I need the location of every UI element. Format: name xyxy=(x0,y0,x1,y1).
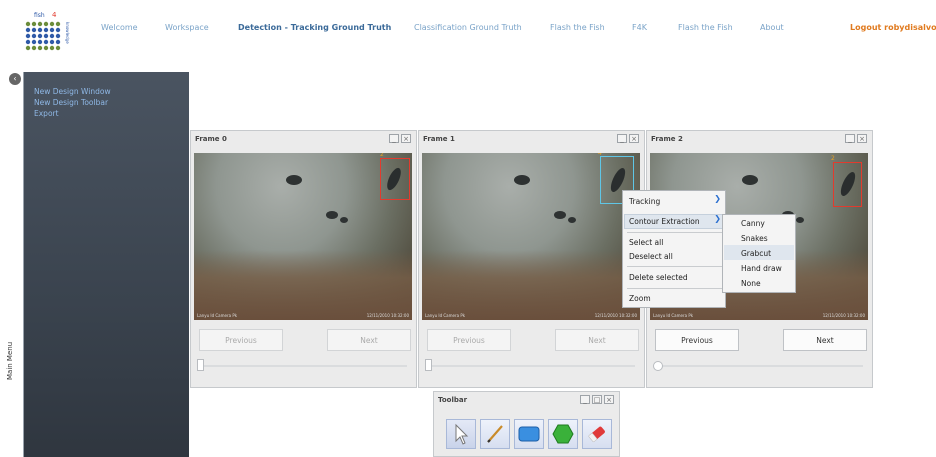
timestamp: 12/11/2010 10:32:00 xyxy=(594,313,637,318)
menu-item-delete-selected[interactable]: Delete selected xyxy=(629,273,688,282)
close-icon[interactable]: × xyxy=(604,395,614,404)
contour-submenu: Canny Snakes Grabcut Hand draw None xyxy=(722,214,796,293)
eraser-tool-icon[interactable] xyxy=(582,419,612,449)
maximize-icon[interactable]: □ xyxy=(592,395,602,404)
nav-welcome[interactable]: Welcome xyxy=(101,23,138,32)
frame-title: Frame 2 xyxy=(651,135,683,143)
frame-slider-thumb[interactable] xyxy=(653,361,663,371)
bounding-box[interactable] xyxy=(833,162,862,207)
minimize-icon[interactable]: _ xyxy=(617,134,627,143)
timestamp: 12/11/2010 10:32:00 xyxy=(822,313,865,318)
frame-slider-thumb[interactable] xyxy=(197,359,204,371)
camera-caption: Lanyu Id Camera Pk xyxy=(197,313,238,318)
fish4knowledge-logo[interactable]: fish 4 knowledge xyxy=(22,8,76,58)
submenu-item-hand-draw[interactable]: Hand draw xyxy=(741,264,782,273)
menu-divider xyxy=(627,266,723,267)
timestamp: 12/11/2010 10:32:00 xyxy=(366,313,409,318)
frame-window: Frame 0 _ × 2 Lanyu Id Camera Pk 12/11/2… xyxy=(190,130,417,388)
previous-button[interactable]: Previous xyxy=(655,329,739,351)
svg-text:fish: fish xyxy=(34,12,45,19)
logout-link[interactable]: Logout robydisalvo xyxy=(850,23,936,32)
previous-button[interactable]: Previous xyxy=(199,329,283,351)
fish xyxy=(384,166,404,192)
menu-item-zoom[interactable]: Zoom xyxy=(629,294,651,303)
polygon-tool-icon[interactable] xyxy=(548,419,578,449)
fish xyxy=(568,217,576,223)
close-icon[interactable]: × xyxy=(401,134,411,143)
pointer-tool-icon[interactable] xyxy=(446,419,476,449)
next-button[interactable]: Next xyxy=(555,329,639,351)
nav-flash-the-fish[interactable]: Flash the Fish xyxy=(550,23,605,32)
main-menu-tab[interactable] xyxy=(9,72,24,457)
nav-f4k[interactable]: F4K xyxy=(632,23,647,32)
fish xyxy=(286,175,302,185)
bbox-id: 2 xyxy=(380,153,384,158)
menu-new-design-window[interactable]: New Design Window xyxy=(34,87,111,96)
frame-window: Frame 1 _ × 4 Lanyu Id Camera Pk 12/11/2… xyxy=(418,130,645,388)
frame-slider-track xyxy=(427,365,635,367)
seabed xyxy=(422,250,640,320)
seabed xyxy=(194,250,412,320)
fish xyxy=(554,211,566,219)
minimize-icon[interactable]: _ xyxy=(580,395,590,404)
minimize-icon[interactable]: _ xyxy=(845,134,855,143)
chevron-left-icon[interactable]: ‹ xyxy=(9,73,21,85)
svg-text:4: 4 xyxy=(52,11,57,19)
frame-slider-track xyxy=(199,365,407,367)
video-frame[interactable]: 4 Lanyu Id Camera Pk 12/11/2010 10:32:00 xyxy=(422,153,640,320)
menu-item-tracking[interactable]: Tracking xyxy=(629,197,660,206)
video-frame[interactable]: 2 Lanyu Id Camera Pk 12/11/2010 10:32:00 xyxy=(194,153,412,320)
frame-title: Frame 1 xyxy=(423,135,455,143)
chevron-right-icon: ❯ xyxy=(714,194,721,203)
menu-divider xyxy=(627,288,723,289)
nav-classification[interactable]: Classification Ground Truth xyxy=(414,23,522,32)
previous-button[interactable]: Previous xyxy=(427,329,511,351)
fish xyxy=(796,217,804,223)
bounding-box[interactable] xyxy=(380,158,410,200)
close-icon[interactable]: × xyxy=(857,134,867,143)
toolbar-title: Toolbar xyxy=(438,396,468,404)
camera-caption: Lanyu Id Camera Pk xyxy=(425,313,466,318)
submenu-item-grabcut[interactable]: Grabcut xyxy=(741,249,771,258)
submenu-item-canny[interactable]: Canny xyxy=(741,219,765,228)
next-button[interactable]: Next xyxy=(783,329,867,351)
close-icon[interactable]: × xyxy=(629,134,639,143)
frame-slider-track xyxy=(655,365,863,367)
rectangle-tool-icon[interactable] xyxy=(514,419,544,449)
nav-flash-the-fish-2[interactable]: Flash the Fish xyxy=(678,23,733,32)
fish xyxy=(742,175,758,185)
submenu-item-none[interactable]: None xyxy=(741,279,761,288)
bbox-id: 2 xyxy=(831,155,835,162)
menu-export[interactable]: Export xyxy=(34,109,59,118)
camera-caption: Lanyu Id Camera Pk xyxy=(653,313,694,318)
menu-divider xyxy=(627,232,723,233)
pencil-tool-icon[interactable] xyxy=(480,419,510,449)
frame-title: Frame 0 xyxy=(195,135,227,143)
chevron-right-icon: ❯ xyxy=(714,214,721,223)
menu-new-design-toolbar[interactable]: New Design Toolbar xyxy=(34,98,108,107)
svg-text:knowledge: knowledge xyxy=(65,22,70,44)
main-menu-panel xyxy=(9,72,189,457)
fish xyxy=(837,170,859,198)
next-button[interactable]: Next xyxy=(327,329,411,351)
main-menu-label[interactable]: Main Menu xyxy=(6,342,14,380)
fish xyxy=(326,211,338,219)
context-menu: Tracking ❯ Contour Extraction ❯ Select a… xyxy=(622,190,726,308)
nav-detection-tracking[interactable]: Detection - Tracking Ground Truth xyxy=(238,23,391,32)
fish xyxy=(514,175,530,185)
nav-workspace[interactable]: Workspace xyxy=(165,23,209,32)
minimize-icon[interactable]: _ xyxy=(389,134,399,143)
bbox-id: 4 xyxy=(598,153,602,157)
fish xyxy=(340,217,348,223)
frame-slider-thumb[interactable] xyxy=(425,359,432,371)
menu-item-select-all[interactable]: Select all xyxy=(629,238,663,247)
menu-item-contour-extraction[interactable]: Contour Extraction xyxy=(629,217,700,226)
menu-item-deselect-all[interactable]: Deselect all xyxy=(629,252,673,261)
nav-about[interactable]: About xyxy=(760,23,784,32)
toolbar-window: Toolbar _ □ × xyxy=(433,391,620,457)
submenu-item-snakes[interactable]: Snakes xyxy=(741,234,768,243)
